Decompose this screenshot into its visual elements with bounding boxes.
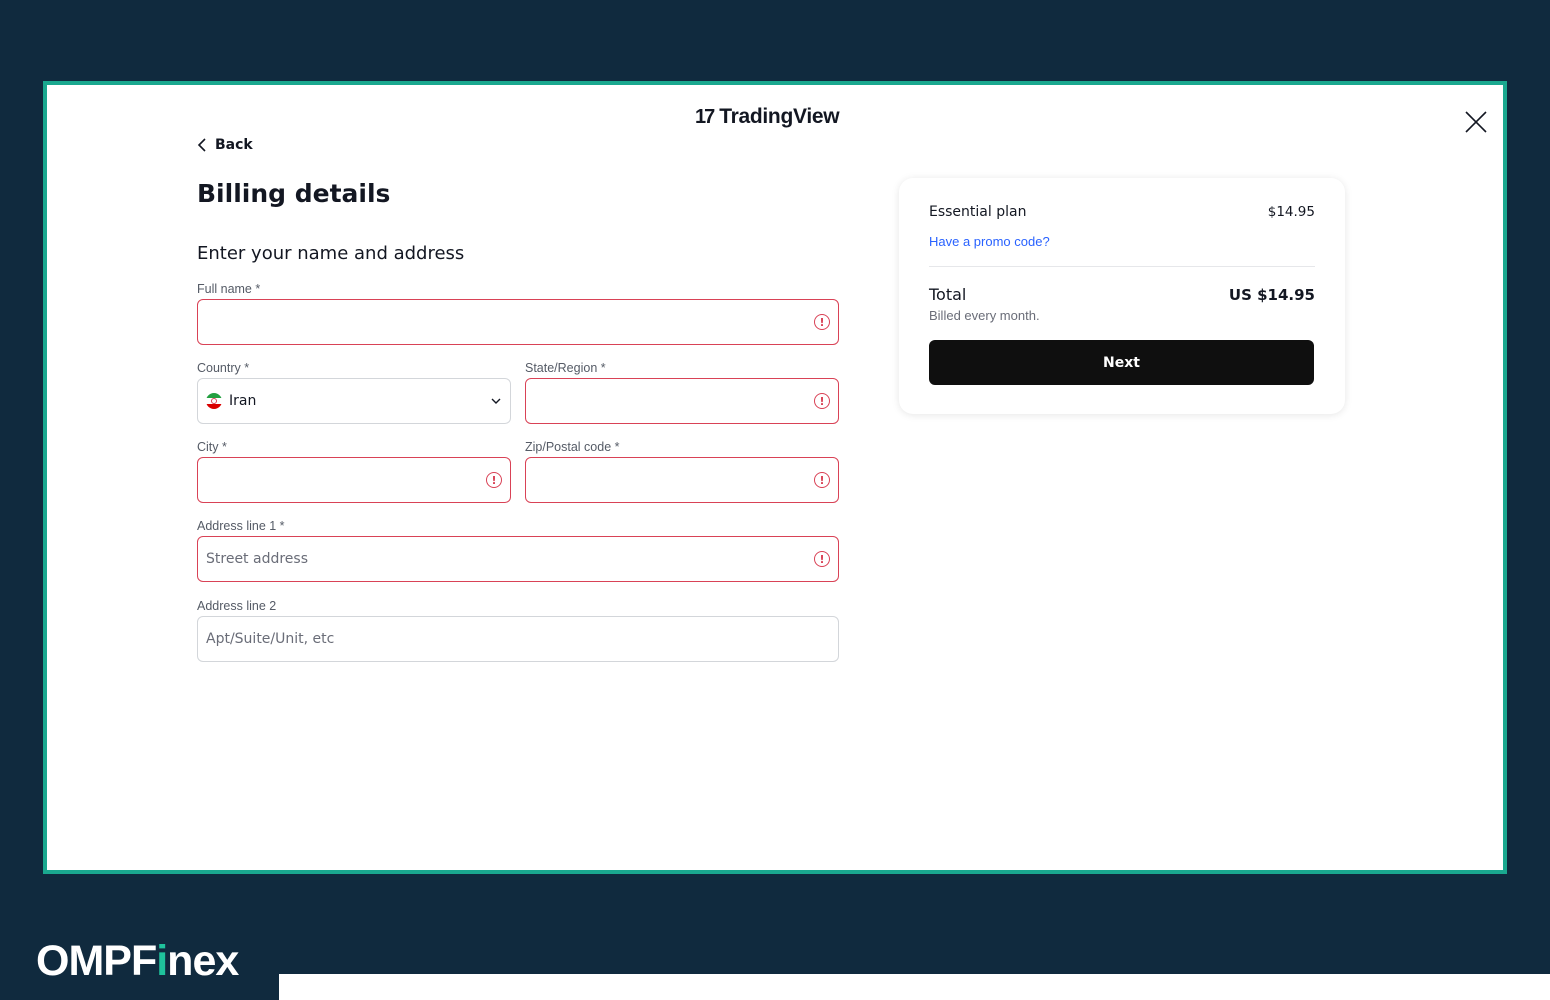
full-name-input[interactable] — [206, 300, 814, 344]
page-title: Billing details — [197, 179, 391, 208]
bottom-bar — [279, 974, 1550, 1000]
country-select[interactable]: Iran — [197, 378, 511, 424]
error-icon: ! — [814, 551, 830, 567]
error-icon: ! — [814, 314, 830, 330]
close-icon — [1465, 111, 1487, 133]
address-line-2-input[interactable] — [206, 617, 830, 661]
zip-input[interactable] — [534, 458, 814, 502]
address-line-1-input[interactable] — [206, 537, 814, 581]
full-name-label: Full name * — [197, 282, 261, 296]
state-box: ! — [525, 378, 839, 424]
address-line-1-box: ! — [197, 536, 839, 582]
tradingview-logo-icon: 17 — [695, 105, 715, 128]
brand-prefix: OMPF — [36, 937, 157, 985]
state-label: State/Region * — [525, 361, 606, 375]
chevron-left-icon — [197, 138, 206, 152]
country-value: Iran — [229, 393, 257, 409]
back-label: Back — [215, 137, 253, 153]
plan-row: Essential plan $14.95 — [929, 204, 1315, 220]
tradingview-logo-text: TradingView — [719, 105, 840, 128]
error-icon: ! — [814, 393, 830, 409]
total-row: Total US $14.95 — [929, 285, 1315, 304]
plan-price: $14.95 — [1267, 204, 1315, 220]
order-summary-card: Essential plan $14.95 Have a promo code?… — [899, 178, 1345, 414]
tradingview-logo: 17 TradingView — [695, 105, 840, 129]
city-box: ! — [197, 457, 511, 503]
zip-label: Zip/Postal code * — [525, 440, 620, 454]
city-input[interactable] — [206, 458, 486, 502]
state-input[interactable] — [534, 379, 814, 423]
section-title: Enter your name and address — [197, 243, 465, 264]
promo-code-link[interactable]: Have a promo code? — [929, 234, 1050, 249]
address-line-2-label: Address line 2 — [197, 599, 277, 613]
city-field: City * ! — [197, 439, 511, 503]
error-icon: ! — [486, 472, 502, 488]
state-field: State/Region * ! — [525, 360, 839, 424]
total-label: Total — [929, 285, 967, 304]
brand-accent: i — [156, 937, 168, 985]
iran-flag-icon — [206, 393, 222, 409]
error-icon: ! — [814, 472, 830, 488]
address-line-2-field: Address line 2 — [197, 598, 839, 662]
country-field: Country * Iran — [197, 360, 511, 424]
plan-name: Essential plan — [929, 204, 1027, 220]
back-button[interactable]: Back — [197, 137, 253, 153]
address-line-2-box — [197, 616, 839, 662]
next-button[interactable]: Next — [929, 340, 1314, 385]
brand-suffix: nex — [167, 937, 239, 985]
city-label: City * — [197, 440, 227, 454]
zip-box: ! — [525, 457, 839, 503]
address-line-1-field: Address line 1 * ! — [197, 518, 839, 582]
ompfinex-watermark-logo: OMPFinex — [36, 937, 239, 986]
billing-modal: 17 TradingView Back Billing details Ente… — [43, 81, 1507, 874]
full-name-field: Full name * ! — [197, 281, 839, 345]
zip-field: Zip/Postal code * ! — [525, 439, 839, 503]
summary-divider — [929, 266, 1315, 267]
close-button[interactable] — [1463, 109, 1489, 135]
full-name-box: ! — [197, 299, 839, 345]
billing-frequency-note: Billed every month. — [929, 308, 1040, 323]
total-value: US $14.95 — [1228, 286, 1315, 304]
country-label: Country * — [197, 361, 250, 375]
address-line-1-label: Address line 1 * — [197, 519, 285, 533]
chevron-down-icon — [491, 398, 501, 404]
